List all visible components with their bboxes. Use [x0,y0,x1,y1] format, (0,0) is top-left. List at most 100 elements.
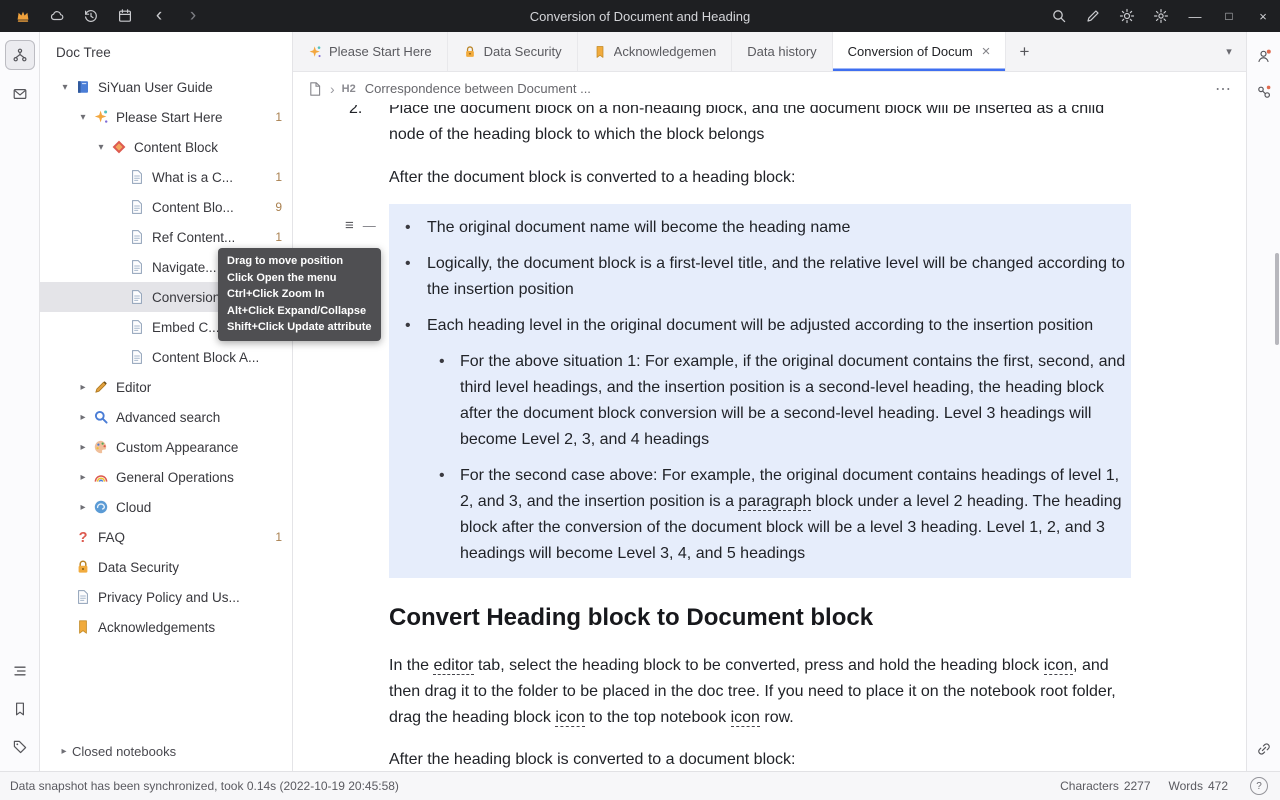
chevron-right-icon[interactable]: ▸ [74,412,92,423]
chevron-down-icon[interactable]: ▾ [92,142,110,153]
search-blue-icon [92,409,110,425]
tree-item-content-block[interactable]: ▾ Content Block [40,132,292,162]
list-item-text: The original document name will become t… [427,219,850,236]
list-item[interactable]: Each heading level in the original docum… [389,313,1131,567]
settings-button[interactable] [1144,0,1178,32]
editor[interactable]: 2. Place the document block on a non-hea… [293,105,1246,771]
graph-button[interactable] [1250,78,1278,106]
question-icon [74,529,92,545]
list-item-text: For the above situation 1: For example, … [460,353,1125,448]
tab-data-security[interactable]: Data Security [448,32,578,71]
chevron-right-icon[interactable]: ▸ [74,472,92,483]
list-number: 2. [349,105,362,122]
more-button[interactable]: ⋯ [1215,79,1232,99]
breadcrumb-heading[interactable]: Correspondence between Document ... [365,81,591,96]
heading-level-badge: H2 [342,83,356,95]
word-count: Words 472 [1169,779,1228,793]
rainbow-icon [92,469,110,485]
backlinks-button[interactable] [1250,735,1278,763]
sparkles-icon [308,45,322,59]
tree-item-content-block-attributes[interactable]: Content Block A... [40,342,292,372]
search-icon [1051,8,1067,24]
chevron-right-icon[interactable]: ▸ [74,442,92,453]
scrollbar-thumb[interactable] [1275,253,1279,345]
tree-item-faq[interactable]: FAQ 1 [40,522,292,552]
right-dock [1246,32,1280,771]
breadcrumb-separator: › [330,81,335,97]
data-history-button[interactable] [74,0,108,32]
forward-button[interactable]: › [176,0,210,32]
gear-icon [1153,8,1169,24]
lock-icon [74,559,92,575]
back-button[interactable]: ‹ [142,0,176,32]
list-item-text: Each heading level in the original docum… [427,317,1093,334]
highlighted-list-block[interactable]: The original document name will become t… [389,204,1131,578]
tree-item-advanced-search[interactable]: ▸ Advanced search [40,402,292,432]
tree-item-what-is-a-content-block[interactable]: What is a C... 1 [40,162,292,192]
tree-item-general-operations[interactable]: ▸ General Operations [40,462,292,492]
tree-item-data-security[interactable]: Data Security [40,552,292,582]
dock-tag-button[interactable] [6,733,34,761]
chevron-down-icon[interactable]: ▾ [74,112,92,123]
tree-item-custom-appearance[interactable]: ▸ Custom Appearance [40,432,292,462]
global-search-button[interactable] [1042,0,1076,32]
tree-item-privacy-policy[interactable]: Privacy Policy and Us... [40,582,292,612]
tab-list-button[interactable]: ▾ [1212,32,1246,71]
list-item[interactable]: For the above situation 1: For example, … [427,349,1131,453]
cloud-sync-button[interactable] [40,0,74,32]
close-button[interactable]: × [1246,0,1280,32]
tab-please-start-here[interactable]: Please Start Here [293,32,448,71]
maximize-button[interactable]: □ [1212,0,1246,32]
chevron-left-icon: ‹ [156,0,162,32]
dock-bookmark-button[interactable] [6,695,34,723]
chevron-right-icon[interactable]: ▸ [74,502,92,513]
edit-mode-button[interactable] [1076,0,1110,32]
chevron-down-icon[interactable]: ▾ [56,82,74,93]
paragraph[interactable]: In the editor tab, select the heading bl… [389,653,1131,731]
document-icon [74,589,92,605]
tree-item-editor[interactable]: ▸ Editor [40,372,292,402]
tab-data-history[interactable]: Data history [732,32,832,71]
help-button[interactable]: ? [1250,777,1268,795]
list-item[interactable]: For the second case above: For example, … [427,463,1131,567]
dock-outline-button[interactable] [6,657,34,685]
minimize-button[interactable]: — [1178,0,1212,32]
paragraph[interactable]: Place the document block on a non-headin… [389,105,1131,148]
theme-button[interactable] [1110,0,1144,32]
document-icon [128,229,146,245]
paragraph[interactable]: After the document block is converted to… [389,165,1131,191]
ordered-list-item[interactable]: 2. Place the document block on a non-hea… [389,105,1131,148]
dock-inbox-button[interactable] [6,80,34,108]
list-item[interactable]: Logically, the document block is a first… [389,251,1131,303]
tree-item-cloud[interactable]: ▸ Cloud [40,492,292,522]
list-item[interactable]: The original document name will become t… [389,215,1131,241]
gutter-item-icon[interactable]: — [363,213,376,239]
new-tab-button[interactable]: + [1006,32,1042,71]
sun-icon [1119,8,1135,24]
close-tab-icon[interactable]: × [982,43,991,60]
paragraph[interactable]: After the heading block is converted to … [389,747,1131,771]
app-logo-button[interactable] [6,0,40,32]
gutter-list-icon[interactable]: ≡ [345,213,354,239]
status-bar: Data snapshot has been synchronized, too… [0,771,1280,800]
calendar-icon [117,8,133,24]
doc-tree-header: Doc Tree [40,32,292,72]
tree-item-acknowledgements[interactable]: Acknowledgements [40,612,292,642]
tree-item-please-start-here[interactable]: ▾ Please Start Here 1 [40,102,292,132]
sparkles-icon [92,109,110,125]
titlebar-right-group: — □ × [1042,0,1280,32]
daily-note-button[interactable] [108,0,142,32]
tab-acknowledgements[interactable]: Acknowledgemen [578,32,733,71]
statusbar-right-group: Characters 2277 Words 472 ? [1060,777,1268,795]
chevron-right-icon[interactable]: ▸ [74,382,92,393]
tree-item-siyuan-user-guide[interactable]: ▾ SiYuan User Guide [40,72,292,102]
content-block-icon [110,139,128,155]
chevron-right-icon: ▸ [56,746,72,757]
tab-conversion-of-document[interactable]: Conversion of Docum × [833,32,1007,71]
account-button[interactable] [1250,42,1278,70]
tree-item-content-block-types[interactable]: Content Blo... 9 [40,192,292,222]
section-heading[interactable]: Convert Heading block to Document block [389,602,1131,634]
document-icon[interactable] [307,81,323,97]
closed-notebooks-toggle[interactable]: ▸ Closed notebooks [40,737,292,765]
dock-doc-tree-button[interactable] [5,40,35,70]
